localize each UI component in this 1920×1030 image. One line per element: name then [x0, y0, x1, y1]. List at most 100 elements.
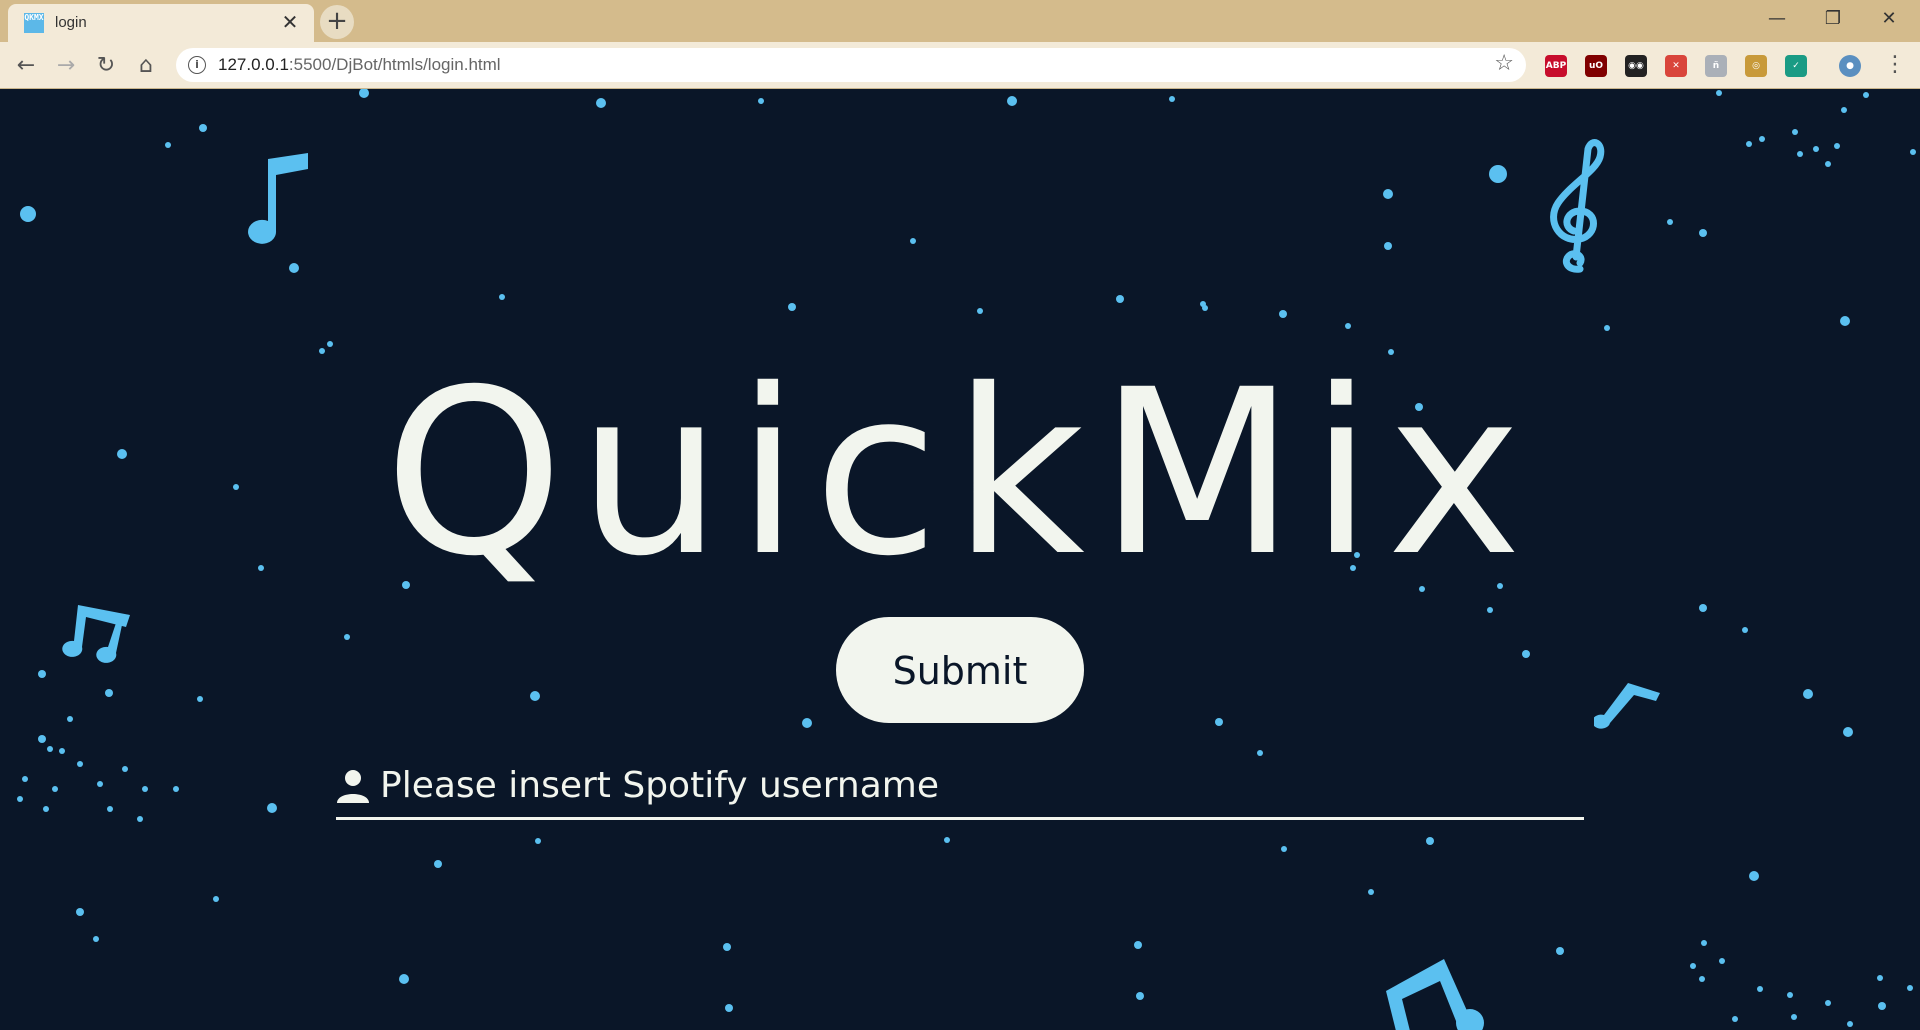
star-dot: [1825, 161, 1831, 167]
star-dot: [758, 98, 764, 104]
star-dot: [359, 89, 369, 98]
bookmark-star-icon[interactable]: ☆: [1494, 51, 1514, 76]
star-dot: [1426, 837, 1434, 845]
browser-toolbar: ← → ↻ ⌂ i 127.0.0.1:5500/DjBot/htmls/log…: [0, 42, 1920, 89]
star-dot: [1746, 141, 1752, 147]
site-info-icon[interactable]: i: [188, 56, 206, 74]
gray-ext-icon[interactable]: ñ: [1705, 55, 1727, 77]
back-icon[interactable]: ←: [10, 50, 42, 82]
star-dot: [59, 748, 65, 754]
star-dot: [1257, 750, 1263, 756]
incognito-ext-icon[interactable]: ◉◉: [1625, 55, 1647, 77]
forward-icon[interactable]: →: [50, 50, 82, 82]
star-dot: [1878, 1002, 1886, 1010]
star-dot: [944, 837, 950, 843]
star-dot: [213, 896, 219, 902]
minimize-button[interactable]: —: [1754, 4, 1800, 34]
close-window-button[interactable]: ✕: [1866, 4, 1912, 34]
restore-button[interactable]: ❐: [1810, 4, 1856, 34]
star-dot: [1716, 90, 1722, 96]
star-dot: [22, 776, 28, 782]
browser-tab[interactable]: QKMX login ✕: [8, 4, 314, 42]
quickmix-logo: QuickMix: [384, 340, 1536, 606]
star-dot: [1215, 718, 1223, 726]
star-dot: [788, 303, 796, 311]
star-dot: [93, 936, 99, 942]
star-dot: [17, 796, 23, 802]
star-dot: [1742, 627, 1748, 633]
star-dot: [1116, 295, 1124, 303]
home-icon[interactable]: ⌂: [130, 50, 162, 82]
star-dot: [1757, 986, 1763, 992]
address-path: :5500/DjBot/htmls/login.html: [288, 55, 501, 74]
star-dot: [1877, 975, 1883, 981]
star-dot: [1719, 958, 1725, 964]
star-dot: [1791, 1014, 1797, 1020]
star-dot: [1840, 316, 1850, 326]
star-dot: [1007, 96, 1017, 106]
username-input[interactable]: [380, 757, 1560, 813]
star-dot: [499, 294, 505, 300]
star-dot: [1759, 136, 1765, 142]
red-circle-ext-icon[interactable]: ✕: [1665, 55, 1687, 77]
ublock-icon[interactable]: uO: [1585, 55, 1607, 77]
star-dot: [1907, 985, 1913, 991]
star-dot: [1699, 976, 1705, 982]
star-dot: [1487, 607, 1493, 613]
star-dot: [1699, 229, 1707, 237]
star-dot: [199, 124, 207, 132]
tab-close-icon[interactable]: ✕: [278, 10, 302, 34]
star-dot: [535, 838, 541, 844]
tab-favicon-icon: QKMX: [24, 13, 44, 33]
star-dot: [107, 806, 113, 812]
star-dot: [1383, 189, 1393, 199]
star-dot: [530, 691, 540, 701]
star-dot: [1690, 963, 1696, 969]
star-dot: [1522, 650, 1530, 658]
star-dot: [327, 341, 333, 347]
profile-avatar-icon[interactable]: ●: [1839, 55, 1861, 77]
star-dot: [267, 803, 277, 813]
star-dot: [97, 781, 103, 787]
star-dot: [1910, 149, 1916, 155]
star-dot: [910, 238, 916, 244]
star-dot: [1701, 940, 1707, 946]
browser-menu-icon[interactable]: ⋮: [1880, 52, 1910, 77]
star-dot: [977, 308, 983, 314]
new-tab-button[interactable]: +: [320, 5, 354, 39]
star-dot: [1841, 107, 1847, 113]
star-dot: [1200, 301, 1206, 307]
adblock-plus-icon[interactable]: ABP: [1545, 55, 1567, 77]
star-dot: [1813, 146, 1819, 152]
user-icon: [337, 770, 369, 803]
star-dot: [52, 786, 58, 792]
star-dot: [1787, 992, 1793, 998]
reload-icon[interactable]: ↻: [90, 50, 122, 82]
star-dot: [197, 696, 203, 702]
address-host: 127.0.0.1: [218, 55, 289, 74]
green-check-ext-icon[interactable]: ✓: [1785, 55, 1807, 77]
star-dot: [173, 786, 179, 792]
star-dot: [1604, 325, 1610, 331]
star-dot: [137, 816, 143, 822]
music-note-icon: [248, 153, 308, 244]
star-dot: [1803, 689, 1813, 699]
tab-title: login: [55, 14, 87, 31]
beamed-notes-icon: [62, 605, 131, 663]
username-field: [336, 757, 1584, 820]
star-dot: [38, 735, 46, 743]
owl-ext-icon[interactable]: ◎: [1745, 55, 1767, 77]
star-dot: [1279, 310, 1287, 318]
star-dot: [20, 206, 36, 222]
submit-button[interactable]: Submit: [836, 617, 1084, 723]
address-url[interactable]: 127.0.0.1:5500/DjBot/htmls/login.html: [218, 55, 501, 75]
address-bar[interactable]: i 127.0.0.1:5500/DjBot/htmls/login.html …: [176, 48, 1526, 82]
star-dot: [1699, 604, 1707, 612]
star-dot: [1281, 846, 1287, 852]
star-dot: [165, 142, 171, 148]
star-dot: [725, 1004, 733, 1012]
star-dot: [434, 860, 442, 868]
star-dot: [1136, 992, 1144, 1000]
star-dot: [1847, 1021, 1853, 1027]
star-dot: [38, 670, 46, 678]
